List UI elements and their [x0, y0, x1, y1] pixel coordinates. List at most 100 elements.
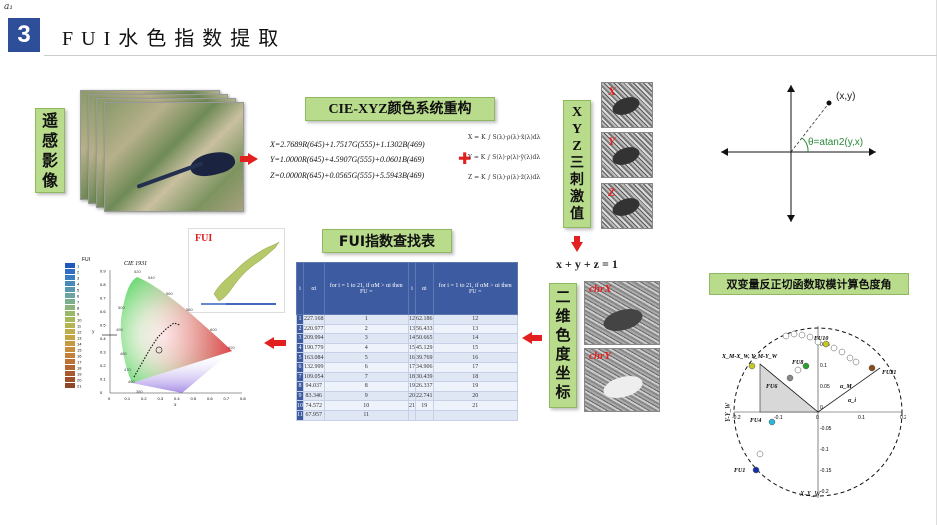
wavelength-label: 580: [186, 307, 193, 312]
hue-xlabel: X-X_W: [799, 490, 821, 498]
table-cell: 109.054: [303, 371, 325, 383]
legend-label: 5: [77, 288, 80, 293]
atan2-illustration: [716, 80, 881, 225]
title-rule: [44, 55, 937, 56]
cie-x-ticks: 0 0.1 0.2 0.3 0.4 0.5 0.6 0.7 0.8: [108, 396, 246, 401]
legend-swatch: [65, 323, 75, 328]
cie-label: CIE-XYZ颜色系统重构: [305, 97, 495, 121]
fui-point: [794, 366, 802, 374]
y-tick-label: 0.4: [100, 336, 106, 341]
fui-point: [846, 354, 854, 362]
legend-swatch: [65, 377, 75, 382]
section-number: 3: [8, 18, 40, 52]
x-band-image: X: [601, 82, 653, 128]
x-tick-label: 0.6: [207, 396, 213, 401]
chroma-coordinate-label: 二 维 色 度 坐 标: [549, 283, 577, 408]
xyz-tristimulus-label: X Y Z 三 刺 激 值: [563, 100, 591, 228]
table-row: 5 163.084 5 16 39.769 16: [296, 352, 518, 363]
wavelength-label: 500: [118, 305, 125, 310]
legend-label: 14: [77, 342, 82, 347]
table-row: 3 209.994 3 14 50.665 14: [296, 333, 518, 344]
formula-z: Z=0.0000R(645)+0.0565G(555)+5.5943B(469): [270, 171, 425, 180]
hue-annotation: FU1: [734, 468, 745, 474]
atan-hue-angle-label: 双变量反正切函数取模计算色度角: [709, 273, 909, 295]
xyz-char: 激: [570, 190, 584, 205]
fui-point: [868, 364, 876, 372]
wavelength-label: 480: [120, 351, 127, 356]
fui-map-tag: FUI: [195, 233, 213, 244]
legend-swatch: [65, 383, 75, 388]
table-cell: 16: [408, 352, 416, 363]
fui-point: [852, 358, 860, 366]
fu21-vector: [817, 367, 881, 413]
legend-label: 8: [77, 306, 80, 311]
table-cell: [432, 409, 518, 421]
fui-color-legend: 123456789101112131415161718192021: [65, 263, 82, 389]
hue-annotation: X_M-X_W, Y_M-Y_W: [722, 354, 778, 360]
lut-header: i: [408, 262, 416, 315]
cie-chromaticity-diagram: FUI 1 2 3 4 5 6 7 8 9 10 11 12 13 14 15 16 17 18 19 20 21 CI…: [62, 253, 252, 413]
table-cell: 19: [408, 381, 416, 392]
table-cell: 190.779: [303, 342, 325, 354]
table-cell: 11: [323, 409, 409, 421]
table-cell: 18: [408, 371, 416, 383]
legend-swatch: [65, 341, 75, 346]
hue-annotation: FU8: [792, 360, 803, 366]
fui-lookup-table: i αi for i = 1 to 21, if αM > αi then FU…: [296, 262, 518, 428]
table-row: 11 67.957 11: [296, 409, 518, 421]
cie-title: CIE 1931: [124, 261, 147, 267]
wavelength-label: 600: [210, 327, 217, 332]
table-cell: 94.037: [303, 381, 325, 392]
table-row: 2 220.977 2 13 56.433 13: [296, 323, 518, 335]
hue-annotation: FU6: [766, 384, 777, 390]
lut-header: for i = 1 to 21, if αM > αi then FU =: [323, 262, 409, 315]
table-cell: 26.337: [415, 381, 434, 392]
legend-swatch: [65, 353, 75, 358]
chroma-char: 坐: [555, 364, 571, 382]
fui-point: [782, 332, 790, 340]
lut-header: i: [296, 262, 304, 315]
hue-annotation: FU10: [814, 336, 828, 342]
table-cell: 1: [323, 314, 409, 325]
y-band-image: Y: [601, 132, 653, 178]
table-cell: 13: [408, 323, 416, 335]
legend-swatch: [65, 263, 75, 268]
hue-ylabel: Y-Y_W: [724, 402, 732, 422]
x-tick-label: 0.8: [240, 396, 246, 401]
hue-x-tick: -0.1: [774, 415, 783, 421]
table-cell: 9: [296, 390, 304, 402]
table-cell: 5: [323, 352, 409, 363]
table-cell: 10: [323, 400, 409, 411]
cie-y-ticks: 0 0.1 0.2 0.3 0.4 0.5 0.6 0.7 0.8 0.9: [100, 269, 106, 396]
hue-angle-diagram: -0.2-0.100.10.20.150.10.050-0.05-0.1-0.1…: [721, 322, 907, 500]
hue-x-tick: -0.2: [732, 415, 741, 421]
legend-label: 16: [77, 354, 82, 359]
fui-point: [768, 418, 776, 426]
legend-swatch: [65, 317, 75, 322]
x-tick-label: 0.2: [141, 396, 147, 401]
hue-annotation: α_i: [848, 398, 856, 404]
x-tick-label: 0.7: [224, 396, 230, 401]
wavelength-label: 540: [148, 275, 155, 280]
y-tick-label: 0.3: [100, 350, 106, 355]
arrow-stem: [240, 156, 248, 162]
lut-body: 1 227.168 1 12 62.186 12 2 220.977 2 13 56.433 13 3 2…: [296, 314, 518, 421]
chroma-char: 色: [555, 326, 571, 344]
table-cell: 21: [408, 400, 416, 411]
legend-swatch: [65, 281, 75, 286]
xyz-char: 三: [570, 156, 584, 171]
x-tick-label: 0.5: [191, 396, 197, 401]
formula-x: X=2.7689R(645)+1.7517G(555)+1.1302B(469): [270, 140, 425, 149]
table-row: 1 227.168 1 12 62.186 12: [296, 314, 518, 325]
table-cell: 5: [296, 352, 304, 363]
table-cell: 1: [296, 314, 304, 325]
point-marker: [826, 100, 832, 106]
legend-label: 4: [77, 282, 80, 287]
arrow-stem: [274, 340, 286, 346]
legend-label: 15: [77, 348, 82, 353]
xyz-char: X: [571, 105, 583, 120]
legend-swatch: [65, 293, 75, 298]
wavelength-label: 620: [228, 345, 235, 350]
legend-swatch: [65, 371, 75, 376]
z-band-image: Z: [601, 183, 653, 229]
